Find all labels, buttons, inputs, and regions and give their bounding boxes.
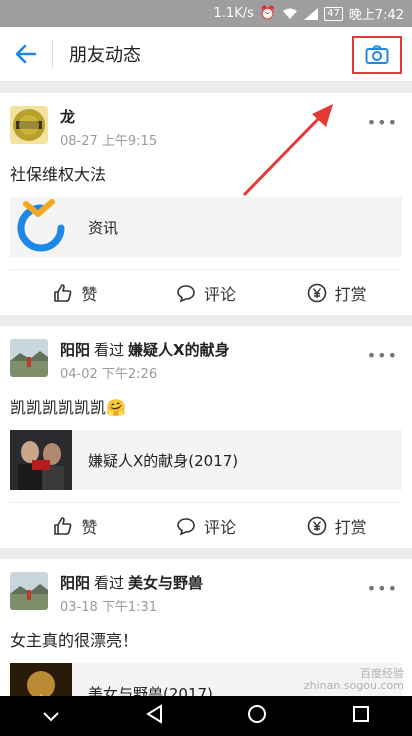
chevron-down-icon [43,711,59,721]
more-options-button[interactable]: ••• [367,579,398,598]
nav-back-button[interactable] [145,704,163,728]
author-name[interactable]: 阳阳 [60,574,90,592]
post-time: 03-18 下午1:31 [60,600,158,615]
watermark-url: zhinan.sogou.com [303,679,404,692]
avatar[interactable] [10,106,48,144]
post-time: 08-27 上午9:15 [60,134,158,149]
activity-object[interactable]: 嫌疑人X的献身 [128,341,230,359]
avatar[interactable] [10,572,48,610]
author-name[interactable]: 阳阳 [60,341,90,359]
triangle-back-icon [145,704,162,724]
square-recents-icon [352,706,369,722]
activity-verb: 看过 [94,341,125,359]
system-nav-bar [0,696,412,736]
activity-verb: 看过 [94,574,125,592]
post-time: 04-02 下午2:26 [60,367,158,382]
more-options-button[interactable]: ••• [367,113,398,132]
circle-home-icon [248,705,267,723]
nav-home-button[interactable] [247,704,267,728]
watermark: 百度经验 zhinan.sogou.com [304,668,404,692]
avatar[interactable] [10,339,48,377]
more-options-button[interactable]: ••• [367,346,398,365]
activity-object[interactable]: 美女与野兽 [128,574,203,592]
nav-recents-button[interactable] [352,705,370,727]
author-name[interactable]: 龙 [60,108,75,126]
hide-keyboard-button[interactable] [42,707,60,726]
